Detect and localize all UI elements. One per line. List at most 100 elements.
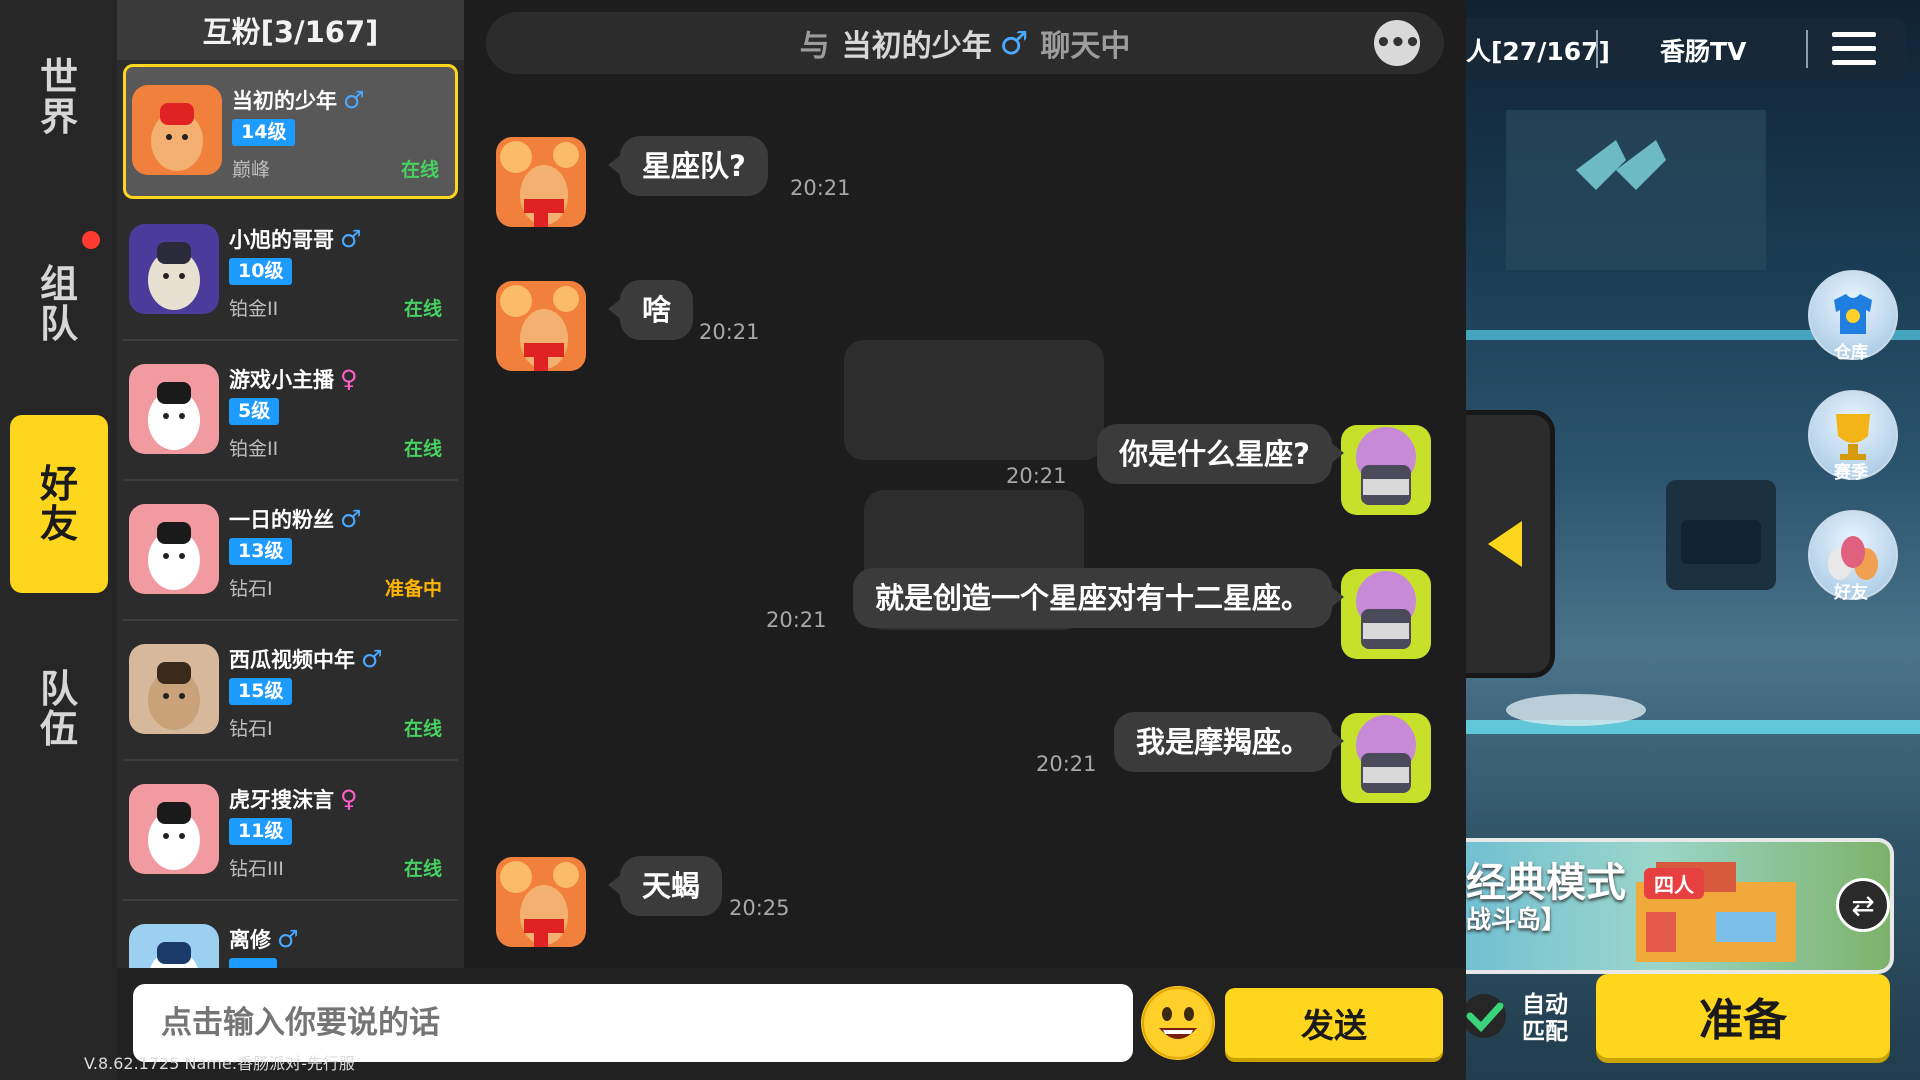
tab-friends[interactable]: 好友 xyxy=(10,415,108,593)
my-avatar[interactable] xyxy=(1341,569,1431,659)
avatar[interactable] xyxy=(496,281,586,371)
friend-avatar[interactable] xyxy=(129,924,219,968)
friend-name-text: 游戏小主播 xyxy=(229,368,334,392)
chat-header-prefix: 与 xyxy=(799,29,830,64)
auto-match-label: 自动 匹配 xyxy=(1522,992,1568,1046)
friend-row[interactable]: 游戏小主播 ♀ 5级 铂金II 在线 xyxy=(123,346,458,481)
smiley-face-glyph xyxy=(1142,987,1214,1059)
male-gender-icon: ♂ xyxy=(277,925,299,953)
ninja-avatar-icon xyxy=(1341,425,1431,515)
rank-label: 钻石III xyxy=(229,858,284,880)
version-label: V.8.62.1725 Name:香肠派对-先行服 xyxy=(84,1054,355,1073)
friend-avatar[interactable] xyxy=(129,504,219,594)
checkmark-icon xyxy=(1466,994,1506,1038)
ellipsis-icon[interactable]: ••• xyxy=(1374,20,1421,66)
boy-avatar-icon xyxy=(129,644,219,734)
lobby-top-bar: 人[27/167] 香肠TV xyxy=(1466,18,1906,80)
friend-avatar[interactable] xyxy=(129,224,219,314)
status-label: 在线 xyxy=(403,858,442,880)
level-badge: 11级 xyxy=(229,818,293,845)
hamburger-menu-icon[interactable] xyxy=(1832,32,1876,66)
friend-name: 离修 ♂ xyxy=(229,924,299,954)
rank-label: 巅峰 xyxy=(232,159,271,181)
my-avatar[interactable] xyxy=(1341,425,1431,515)
auto-match-toggle[interactable] xyxy=(1466,976,1506,1056)
status-label: 在线 xyxy=(403,298,442,320)
level-badge: 10级 xyxy=(229,258,293,285)
online-count[interactable]: 人[27/167] xyxy=(1466,32,1610,68)
chat-bubble[interactable]: 我是摩羯座。 xyxy=(1113,712,1345,772)
switch-mode-icon[interactable]: ⇄ xyxy=(1836,878,1890,932)
friend-row[interactable]: 西瓜视频中年 ♂ 15级 钻石I 在线 xyxy=(123,626,458,761)
level-badge: 14级 xyxy=(232,119,296,146)
friend-avatar[interactable] xyxy=(129,364,219,454)
sausage-avatar-icon xyxy=(496,137,586,227)
rank-label: 铂金II xyxy=(229,438,279,460)
level-badge: 5级 xyxy=(229,398,280,425)
chat-bubble[interactable]: 你是什么星座? xyxy=(1097,424,1344,484)
tab-world-label: 世界 xyxy=(39,55,78,139)
avatar[interactable] xyxy=(496,857,586,947)
lobby-friends-label: 好友 xyxy=(1834,583,1868,603)
message-time: 20:21 xyxy=(790,176,851,200)
tab-world[interactable]: 世界 xyxy=(10,8,108,186)
chat-bubble[interactable]: 天蝎 xyxy=(607,856,723,916)
friend-name: 西瓜视频中年 ♂ xyxy=(229,644,383,674)
ninja-avatar-icon xyxy=(1341,569,1431,659)
avatar[interactable] xyxy=(496,137,586,227)
rank-label: 铂金II xyxy=(229,298,279,320)
friend-name: 一日的粉丝 ♂ xyxy=(229,504,362,534)
friend-row[interactable]: 一日的粉丝 ♂ 13级 钻石I 准备中 xyxy=(123,486,458,621)
friend-avatar[interactable] xyxy=(129,784,219,874)
friend-row[interactable]: 离修 ♂ xyxy=(123,906,458,968)
season-label: 赛季 xyxy=(1834,463,1868,483)
game-mode-card[interactable]: 经典模式 四人 战斗岛】 ⇄ xyxy=(1466,838,1894,974)
notification-dot xyxy=(82,231,100,249)
friend-name-text: 小旭的哥哥 xyxy=(229,228,334,252)
doll-avatar-icon xyxy=(129,364,219,454)
my-avatar[interactable] xyxy=(1341,713,1431,803)
message-time: 20:21 xyxy=(699,320,760,344)
status-label: 在线 xyxy=(403,438,442,460)
friend-name-text: 虎牙搜沫言 xyxy=(229,788,334,812)
tab-team-up-label: 组队 xyxy=(39,262,78,346)
friend-name-text: 离修 xyxy=(229,928,271,952)
chat-header-name: 当初的少年 xyxy=(841,29,992,64)
friend-row[interactable]: 小旭的哥哥 ♂ 10级铂金II 在线 xyxy=(123,206,458,341)
doll-avatar-icon xyxy=(129,504,219,594)
send-button[interactable]: 发送 xyxy=(1225,988,1443,1058)
friend-row[interactable]: 当初的少年 ♂ 14级 巅峰 在线 xyxy=(123,64,458,199)
level-badge xyxy=(229,958,277,968)
ninja-avatar-icon xyxy=(1341,713,1431,803)
chat-bubble[interactable]: 啥 xyxy=(607,280,694,340)
chat-bubble[interactable]: 星座队? xyxy=(608,136,768,196)
friend-list-title: 互粉[3/167] xyxy=(117,0,464,60)
collapse-chat-button[interactable] xyxy=(1466,410,1555,678)
friend-name: 小旭的哥哥 ♂ xyxy=(229,224,362,254)
status-label: 准备中 xyxy=(384,578,442,600)
male-gender-icon: ♂ xyxy=(999,24,1029,62)
male-gender-icon: ♂ xyxy=(343,86,365,114)
auto-match-label-line1: 自动 xyxy=(1522,992,1568,1018)
chat-header-suffix: 聊天中 xyxy=(1040,29,1131,64)
chat-panel: 与 当初的少年 ♂ 聊天中 ••• 星座队? 20:21 啥 20:21 你是什… xyxy=(464,0,1466,968)
tab-squad[interactable]: 队伍 xyxy=(10,620,108,798)
message-time: 20:21 xyxy=(766,608,827,632)
male-gender-icon: ♂ xyxy=(340,225,362,253)
smiley-emoji-icon[interactable] xyxy=(1141,986,1215,1060)
level-badge: 13级 xyxy=(229,538,293,565)
chat-bubble[interactable]: 就是创造一个星座对有十二星座。 xyxy=(852,568,1345,628)
friend-row[interactable]: 虎牙搜沫言 ♀ 11级钻石III 在线 xyxy=(123,766,458,901)
male-gender-icon: ♂ xyxy=(361,645,383,673)
male-gender-icon: ♂ xyxy=(340,505,362,533)
female-gender-icon: ♀ xyxy=(340,785,358,813)
pirate-avatar-icon xyxy=(129,224,219,314)
friend-avatar[interactable] xyxy=(132,85,222,175)
channel-name[interactable]: 香肠TV xyxy=(1660,32,1746,68)
hat-avatar-icon xyxy=(129,924,219,968)
tab-squad-label: 队伍 xyxy=(39,667,78,751)
ready-button[interactable]: 准备 xyxy=(1596,974,1890,1058)
friend-avatar[interactable] xyxy=(129,644,219,734)
friend-name-text: 一日的粉丝 xyxy=(229,508,334,532)
warehouse-label: 仓库 xyxy=(1834,343,1868,363)
